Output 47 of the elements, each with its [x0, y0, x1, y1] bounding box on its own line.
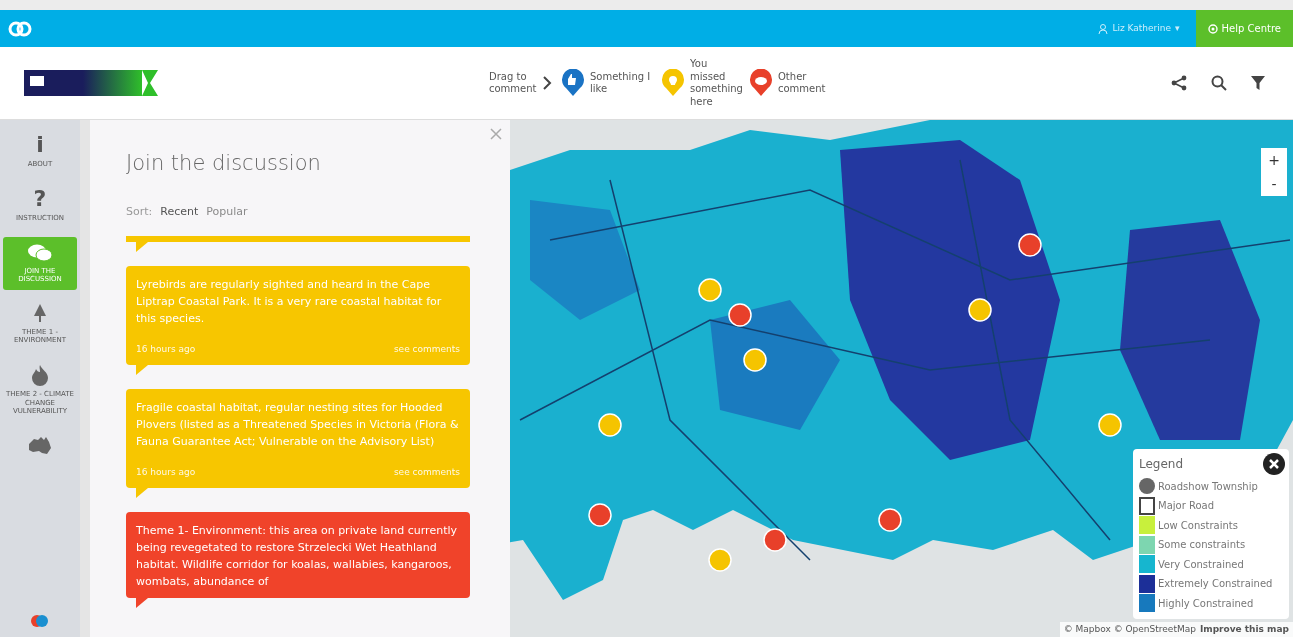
comment-text: Theme 1- Environment: this area on private land currently being revegetated to restore Strzelecki Wet Heathland habitat. Wildlife corridor for koalas, wallabies, kangaroos, wombats, abundance of: [136, 523, 459, 591]
drag-marker-icon[interactable]: [748, 69, 774, 97]
drag-hint: Drag to comment: [489, 70, 535, 96]
comment-time: 16 hours ago: [136, 466, 196, 480]
marker-label: You missed something here: [690, 58, 740, 108]
improve-map-link[interactable]: Improve this map: [1199, 623, 1289, 634]
drag-marker-icon[interactable]: [660, 69, 686, 97]
comment-text: Lyrebirds are regularly sighted and heard in the Cape Liptrap Coastal Park. It is a very rare coastal habitat for this species.: [136, 277, 443, 328]
help-button[interactable]: Help Centre: [1195, 10, 1293, 47]
panel-title: Join the discussion: [126, 150, 322, 177]
scrollbar[interactable]: [80, 120, 90, 637]
sort-label: Sort:: [126, 203, 153, 220]
share-icon[interactable]: [1171, 75, 1187, 91]
legend-title: Legend: [1139, 455, 1184, 473]
logo-icon: [8, 20, 32, 37]
drag-marker-icon[interactable]: [560, 69, 586, 97]
comment-text: Fragile coastal habitat, regular nesting sites for Hooded Plovers (listed as a Threatened Species in Victoria (Flora & Fauna Guarantee Act; Vulnerable on the Advisory List): [136, 400, 460, 451]
filter-icon[interactable]: [1251, 75, 1265, 91]
flame-icon: [31, 364, 49, 387]
sort-option[interactable]: Recent: [160, 203, 199, 220]
comment-time: 16 hours ago: [136, 343, 196, 357]
bubble-tail: [136, 598, 148, 609]
map-attribution: © Mapbox © OpenStreetMap: [1063, 623, 1196, 634]
comment-card[interactable]: Theme 1- Environment: this area on private land currently being revegetated to restore Strzelecki Wet Heathland habitat. Wildlife corridor for koalas, wallabies, kangaroos, wombats, abundance of: [126, 512, 470, 599]
legend-label: Extremely Constrained: [1158, 577, 1273, 592]
marker-label: Something I like: [590, 70, 652, 96]
footer-logo-icon: [30, 612, 50, 629]
marker-label: Other comment: [778, 70, 827, 96]
legend-label: Roadshow Township: [1158, 479, 1258, 494]
bubble-tail: [136, 242, 148, 252]
chevron-icon: [543, 74, 552, 92]
legend-label: Major Road: [1158, 499, 1215, 514]
legend-label: Low Constraints: [1158, 518, 1238, 533]
sort-option[interactable]: Popular: [206, 203, 248, 220]
user-icon: [1098, 23, 1109, 34]
legend-label: Some constraints: [1158, 538, 1246, 553]
bubble-tail: [136, 365, 148, 376]
user-menu[interactable]: Liz Katherine ▾: [1098, 21, 1180, 36]
bubble-tail: [136, 488, 148, 499]
legend-label: Very Constrained: [1158, 557, 1244, 572]
australia-map-icon: [27, 435, 53, 456]
close-icon[interactable]: [1263, 452, 1285, 475]
chat-icon: [27, 242, 53, 263]
legend-label: Highly Constrained: [1158, 596, 1254, 611]
help-icon: [1207, 23, 1218, 34]
tree-icon: [33, 303, 47, 324]
search-icon[interactable]: [1211, 75, 1227, 91]
